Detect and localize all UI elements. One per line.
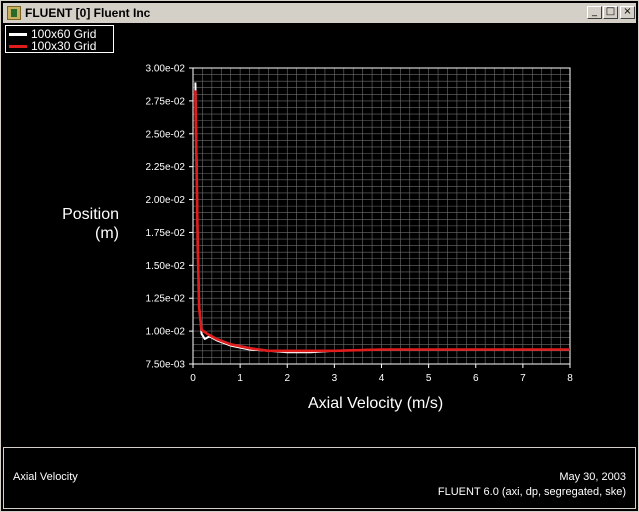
maximize-button[interactable]: □ bbox=[603, 6, 618, 19]
grid bbox=[192, 67, 571, 365]
footer-plot-name: Axial Velocity bbox=[13, 471, 78, 483]
y-tick-label: 7.50e-03 bbox=[146, 360, 186, 371]
y-axis-label-line: Position bbox=[62, 206, 119, 223]
x-tick-label: 1 bbox=[237, 373, 243, 384]
y-tick-label: 1.00e-02 bbox=[146, 327, 186, 338]
footer-version: FLUENT 6.0 (axi, dp, segregated, ske) bbox=[437, 486, 626, 498]
y-tick-label: 1.25e-02 bbox=[146, 294, 186, 305]
y-axis-label: Position (m) bbox=[43, 205, 119, 243]
y-tick-label: 1.50e-02 bbox=[146, 261, 186, 272]
y-tick-label: 2.75e-02 bbox=[146, 96, 186, 107]
close-button[interactable]: × bbox=[620, 6, 635, 19]
legend-label: 100x30 Grid bbox=[31, 39, 97, 53]
x-tick-label: 8 bbox=[567, 373, 573, 384]
series-lines bbox=[194, 82, 570, 354]
axes bbox=[189, 67, 571, 368]
x-tick-label: 5 bbox=[426, 373, 432, 384]
fluent-window: FLUENT [0] Fluent Inc _ □ × 0 1 2 3 4 5 6 7 8 7.5… bbox=[0, 0, 639, 512]
x-tick-label: 0 bbox=[190, 373, 196, 384]
title-bar[interactable]: FLUENT [0] Fluent Inc _ □ × bbox=[3, 3, 636, 23]
x-tick-label: 7 bbox=[520, 373, 526, 384]
series-line-100x30-grid bbox=[194, 90, 570, 353]
y-tick-label: 2.50e-02 bbox=[146, 129, 186, 140]
series-line-100x60-grid bbox=[194, 82, 570, 354]
info-footer: Axial Velocity May 30, 2003 FLUENT 6.0 (… bbox=[3, 447, 636, 509]
y-tick-label: 1.75e-02 bbox=[146, 228, 186, 239]
x-tick-label: 2 bbox=[284, 373, 290, 384]
plot-area: 0 1 2 3 4 5 6 7 8 7.50e-03 1.00e-02 1.25e-02 1.50e-0… bbox=[3, 23, 636, 447]
legend-swatch-white bbox=[9, 33, 27, 36]
y-axis-label-line: (m) bbox=[95, 225, 119, 242]
x-axis-label: Axial Velocity (m/s) bbox=[308, 395, 444, 412]
window-title: FLUENT [0] Fluent Inc bbox=[25, 6, 151, 20]
y-tick-label: 2.00e-02 bbox=[146, 195, 186, 206]
x-tick-label: 3 bbox=[332, 373, 338, 384]
legend: 100x60 Grid 100x30 Grid bbox=[5, 25, 114, 53]
x-tick-label: 6 bbox=[473, 373, 479, 384]
minimize-button[interactable]: _ bbox=[587, 6, 602, 19]
x-tick-label: 4 bbox=[379, 373, 385, 384]
y-tick-label: 2.25e-02 bbox=[146, 162, 186, 173]
y-tick-label: 3.00e-02 bbox=[146, 64, 186, 75]
footer-date: May 30, 2003 bbox=[559, 471, 626, 483]
fluent-app-icon[interactable] bbox=[7, 6, 21, 20]
legend-swatch-red bbox=[9, 45, 27, 48]
